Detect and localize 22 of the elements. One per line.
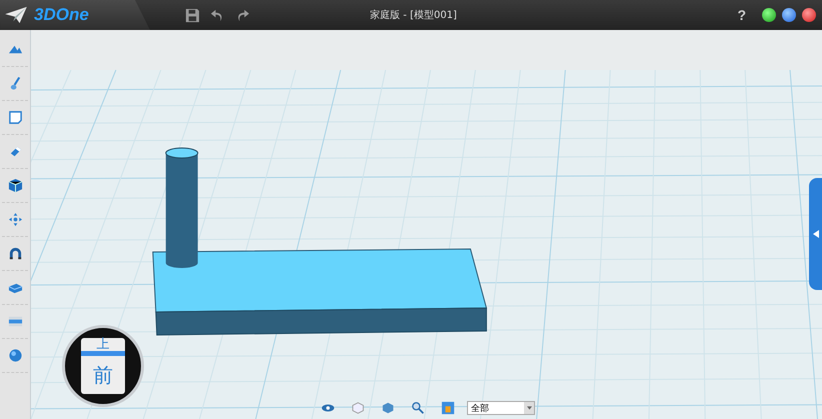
top-face-label[interactable]: 上: [81, 338, 125, 356]
paper-plane-icon: [4, 6, 28, 24]
app-logo: 3DOne: [34, 5, 89, 25]
save-icon[interactable]: [185, 8, 200, 22]
shaded-cube-icon[interactable]: [381, 401, 395, 415]
help-button[interactable]: ?: [733, 7, 750, 23]
maximize-button[interactable]: [782, 8, 796, 22]
plane-section-icon[interactable]: [8, 314, 22, 329]
window-title: 家庭版 - [模型001]: [370, 8, 457, 22]
arrow-left-icon: [812, 230, 818, 238]
panel-toggle-tab[interactable]: [809, 178, 822, 290]
move-arrows-icon[interactable]: [8, 212, 22, 227]
magnet-icon[interactable]: [8, 246, 22, 261]
minimize-button[interactable]: [762, 8, 776, 22]
zoom-icon[interactable]: [411, 401, 425, 415]
model-drawing[interactable]: [152, 148, 488, 336]
cube-icon[interactable]: [8, 178, 22, 193]
filter-dropdown[interactable]: 全部: [467, 401, 535, 415]
wireframe-cube-icon[interactable]: [351, 401, 365, 415]
close-button[interactable]: [802, 8, 816, 22]
sphere-icon[interactable]: [8, 348, 22, 363]
caret-icon: [526, 406, 532, 410]
